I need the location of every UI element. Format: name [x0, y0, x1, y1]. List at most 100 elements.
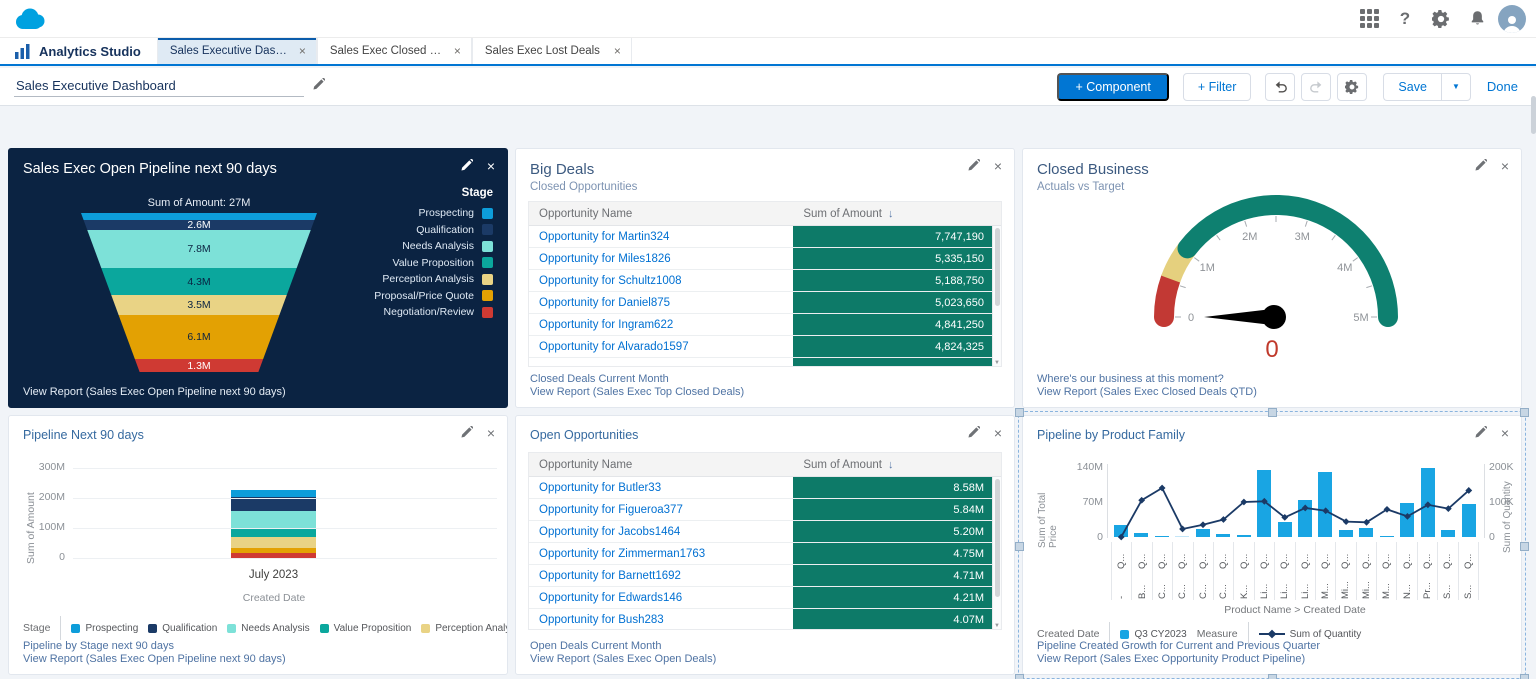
- table-scrollbar[interactable]: ▼: [992, 226, 1001, 366]
- view-report-link[interactable]: View Report (Sales Exec Open Deals): [530, 653, 716, 666]
- resize-handle[interactable]: [1015, 674, 1024, 679]
- resize-handle[interactable]: [1520, 674, 1529, 679]
- column-header-amount[interactable]: Sum of Amount ↓: [793, 459, 1001, 471]
- close-tab-icon[interactable]: ×: [614, 44, 621, 58]
- close-tab-icon[interactable]: ×: [454, 44, 461, 58]
- opportunity-link[interactable]: Opportunity for Daniel875: [529, 292, 793, 313]
- funnel-legend: Stage Prospecting Qualification Needs Anal…: [374, 187, 493, 321]
- help-icon[interactable]: ?: [1390, 4, 1420, 34]
- edit-widget-pencil-icon[interactable]: [1474, 426, 1487, 439]
- widget-open-opportunities[interactable]: Open Opportunities × Opportunity Name Su…: [515, 415, 1015, 675]
- table-row[interactable]: Opportunity for Martin324 7,747,190: [529, 226, 1001, 248]
- opportunity-link[interactable]: Opportunity for Jacobs1464: [529, 521, 793, 542]
- column-header-name[interactable]: Opportunity Name: [529, 459, 793, 471]
- table-row[interactable]: Opportunity for Jacobs1464 5.20M: [529, 521, 1001, 543]
- dashboard-title-input[interactable]: Sales Executive Dashboard: [14, 76, 304, 97]
- remove-widget-icon[interactable]: ×: [1501, 426, 1509, 440]
- remove-widget-icon[interactable]: ×: [487, 426, 495, 440]
- edit-widget-pencil-icon[interactable]: [967, 159, 980, 172]
- widget-closed-business-gauge[interactable]: Closed Business Actuals vs Target × 0 1M 2…: [1022, 148, 1522, 408]
- view-report-link[interactable]: View Report (Sales Exec Open Pipeline ne…: [23, 653, 286, 666]
- opportunity-link[interactable]: Opportunity for Martin324: [529, 226, 793, 247]
- table-row[interactable]: Opportunity for Barnett1692 4.71M: [529, 565, 1001, 587]
- remove-widget-icon[interactable]: ×: [994, 159, 1002, 173]
- category-date-label: Q...: [1360, 553, 1372, 569]
- edit-widget-pencil-icon[interactable]: [1474, 159, 1487, 172]
- close-tab-icon[interactable]: ×: [299, 44, 306, 58]
- view-report-link[interactable]: View Report (Sales Exec Opportunity Prod…: [1037, 653, 1320, 666]
- opportunity-link[interactable]: Opportunity for Butler33: [529, 477, 793, 498]
- resize-handle[interactable]: [1015, 408, 1024, 417]
- tab-sales-exec-lost-deals[interactable]: Sales Exec Lost Deals ×: [471, 38, 632, 64]
- widget-pipeline-by-product-family[interactable]: Pipeline by Product Family × Sum of Tota…: [1015, 408, 1529, 679]
- remove-widget-icon[interactable]: ×: [994, 426, 1002, 440]
- table-row[interactable]: Opportunity for Butler33 8.58M: [529, 477, 1001, 499]
- widget-open-pipeline-funnel[interactable]: Sales Exec Open Pipeline next 90 days × …: [8, 148, 508, 408]
- save-button[interactable]: Save: [1383, 72, 1441, 101]
- resize-handle[interactable]: [1520, 408, 1529, 417]
- table-row[interactable]: Opportunity for Bush283 4.07M: [529, 609, 1001, 629]
- legend-item: Value Proposition: [374, 255, 493, 272]
- edit-title-pencil-icon[interactable]: [312, 77, 326, 96]
- remove-widget-icon[interactable]: ×: [1501, 159, 1509, 173]
- resize-handle[interactable]: [1268, 408, 1277, 417]
- save-menu-button[interactable]: ▼: [1440, 72, 1471, 101]
- edit-widget-pencil-icon[interactable]: [460, 426, 473, 439]
- legend-color-chip: [482, 240, 493, 252]
- done-button[interactable]: Done: [1487, 79, 1518, 94]
- dashboard-settings-button[interactable]: [1337, 72, 1368, 101]
- table-row[interactable]: Opportunity for Edwards146 4.21M: [529, 587, 1001, 609]
- scroll-down-icon[interactable]: ▼: [993, 623, 1001, 629]
- opportunity-link[interactable]: Opportunity for Miles1826: [529, 248, 793, 269]
- resize-handle[interactable]: [1015, 542, 1024, 551]
- opportunity-link[interactable]: Opportunity for Ingram622: [529, 314, 793, 335]
- legend-item-label: Negotiation/Review: [383, 306, 474, 319]
- table-row[interactable]: Opportunity for Miles1826 5,335,150: [529, 248, 1001, 270]
- redo-button[interactable]: [1301, 72, 1332, 101]
- funnel-segment: 4.3M: [81, 268, 317, 295]
- edit-widget-pencil-icon[interactable]: [967, 426, 980, 439]
- setup-gear-icon[interactable]: [1426, 4, 1456, 34]
- opportunity-link[interactable]: Opportunity for Figueroa377: [529, 499, 793, 520]
- view-report-link[interactable]: View Report (Sales Exec Top Closed Deals…: [530, 386, 744, 399]
- x-axis-category: Q... Pr...: [1418, 542, 1439, 600]
- widget-big-deals[interactable]: Big Deals Closed Opportunities × Opportu…: [515, 148, 1015, 408]
- analytics-studio-label: Analytics Studio: [39, 43, 141, 59]
- add-filter-button[interactable]: + Filter: [1182, 72, 1252, 101]
- opportunity-link[interactable]: Opportunity for Alvarado1597: [529, 336, 793, 357]
- undo-button[interactable]: [1265, 72, 1296, 101]
- table-row[interactable]: Opportunity for Daniel875 5,023,650: [529, 292, 1001, 314]
- legend-color-chip: [319, 623, 329, 633]
- remove-widget-icon[interactable]: ×: [487, 159, 495, 173]
- amount-cell: 8.58M: [793, 477, 992, 498]
- opportunity-link[interactable]: Opportunity for Zimmerman1763: [529, 543, 793, 564]
- table-row[interactable]: Opportunity for Zimmerman1763 4.75M: [529, 543, 1001, 565]
- view-report-link[interactable]: View Report (Sales Exec Open Pipeline ne…: [23, 386, 286, 398]
- category-product-label: Mi...: [1340, 581, 1352, 599]
- tab-sales-exec-closed-deals[interactable]: Sales Exec Closed Deals by ... ×: [316, 38, 472, 64]
- table-row[interactable]: Opportunity for Alvarado1597 4,824,325: [529, 336, 1001, 358]
- widget-pipeline-next-90-days[interactable]: Pipeline Next 90 days × Sum of Amount Ju…: [8, 415, 508, 675]
- resize-handle[interactable]: [1268, 674, 1277, 679]
- resize-handle[interactable]: [1520, 542, 1529, 551]
- table-row[interactable]: Opportunity for Figueroa377 5.84M: [529, 499, 1001, 521]
- scroll-down-icon[interactable]: ▼: [993, 360, 1001, 366]
- add-component-button[interactable]: + Component: [1057, 72, 1169, 101]
- column-header-name[interactable]: Opportunity Name: [529, 208, 793, 220]
- edit-widget-pencil-icon[interactable]: [460, 159, 473, 172]
- table-scrollbar[interactable]: ▼: [992, 477, 1001, 629]
- notifications-bell-icon[interactable]: [1462, 4, 1492, 34]
- tab-sales-executive-dashboard[interactable]: Sales Executive Dashboard ×: [156, 38, 317, 64]
- user-avatar[interactable]: [1498, 4, 1526, 33]
- view-report-link[interactable]: View Report (Sales Exec Closed Deals QTD…: [1037, 386, 1257, 399]
- opportunity-link[interactable]: Opportunity for Edwards146: [529, 587, 793, 608]
- app-launcher-icon[interactable]: [1354, 4, 1384, 34]
- table-row[interactable]: Opportunity for Schultz1008 5,188,750: [529, 270, 1001, 292]
- analytics-studio-home[interactable]: Analytics Studio: [0, 38, 157, 64]
- opportunity-link[interactable]: Opportunity for Schultz1008: [529, 270, 793, 291]
- opportunity-link[interactable]: Opportunity for Barnett1692: [529, 565, 793, 586]
- page-scrollbar[interactable]: [1531, 96, 1536, 134]
- table-row[interactable]: Opportunity for Ingram622 4,841,250: [529, 314, 1001, 336]
- column-header-amount[interactable]: Sum of Amount ↓: [793, 208, 1001, 220]
- opportunity-link[interactable]: Opportunity for Bush283: [529, 609, 793, 629]
